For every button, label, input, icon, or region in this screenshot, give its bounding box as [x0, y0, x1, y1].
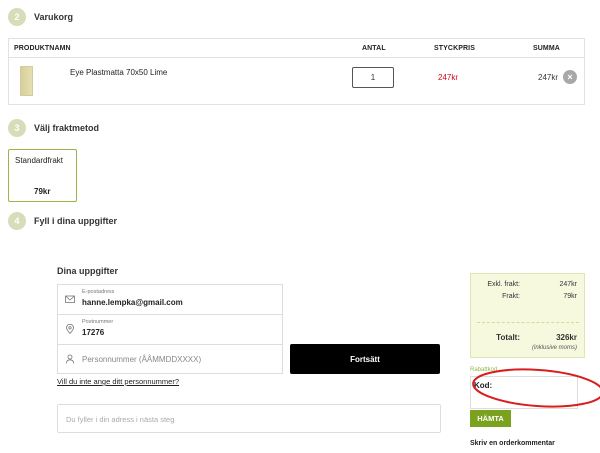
email-value[interactable]: hanne.lempka@gmail.com [82, 298, 183, 307]
unit-price: 247kr [438, 73, 459, 82]
coupon-label: Kod: [474, 381, 493, 390]
envelope-icon [65, 295, 75, 303]
step-shipping-header: 3 Välj fraktmetod [8, 119, 99, 137]
order-comment-label[interactable]: Skriv en orderkommentar [470, 440, 555, 447]
quantity-input[interactable]: 1 [352, 67, 394, 88]
coupon-input[interactable]: Kod: [470, 376, 578, 409]
person-icon [65, 354, 75, 364]
excl-freight-label: Exkl. frakt: [487, 281, 520, 288]
shipping-price: 79kr [34, 187, 51, 196]
coupon-title: Rabattkod [470, 367, 498, 373]
freight-value: 79kr [563, 293, 577, 300]
location-pin-icon [66, 324, 74, 334]
step-number: 2 [8, 8, 26, 26]
address-placeholder: Du fyller i din adress i nästa steg [66, 415, 175, 424]
fetch-coupon-button[interactable]: HÄMTA [470, 410, 511, 427]
email-label: E-postadress [82, 289, 115, 295]
postal-code-field[interactable]: Postnummer 17276 [58, 314, 282, 343]
summary-divider [477, 322, 579, 323]
remove-item-icon[interactable]: × [563, 70, 577, 84]
vat-note: (inklusive moms) [531, 345, 577, 351]
details-form: E-postadress hanne.lempka@gmail.com Post… [57, 284, 283, 374]
product-image[interactable] [20, 66, 33, 96]
details-title: Dina uppgifter [57, 266, 118, 276]
address-input[interactable]: Du fyller i din adress i nästa steg [57, 404, 441, 433]
table-row: Eye Plastmatta 70x50 Lime 1 247kr 247kr … [9, 58, 584, 104]
shipping-name: Standardfrakt [15, 156, 64, 165]
product-name[interactable]: Eye Plastmatta 70x50 Lime [70, 68, 167, 77]
postal-value[interactable]: 17276 [82, 328, 104, 337]
continue-button[interactable]: Fortsätt [290, 344, 440, 374]
step-details-header: 4 Fyll i dina uppgifter [8, 212, 117, 230]
cart-table: PRODUKTNAMN ANTAL STYCKPRIS SUMMA Eye Pl… [8, 38, 585, 105]
col-product: PRODUKTNAMN [14, 45, 71, 52]
col-qty: ANTAL [362, 45, 386, 52]
order-summary: Exkl. frakt: 247kr Frakt: 79kr Totalt: 3… [470, 273, 585, 358]
postal-label: Postnummer [82, 319, 114, 325]
cart-header-row: PRODUKTNAMN ANTAL STYCKPRIS SUMMA [9, 39, 584, 58]
email-field[interactable]: E-postadress hanne.lempka@gmail.com [58, 285, 282, 314]
row-sum: 247kr [538, 73, 559, 82]
col-unit-price: STYCKPRIS [434, 45, 475, 52]
total-label: Totalt: [496, 333, 520, 342]
shipping-option-standard[interactable]: Standardfrakt 79kr [8, 149, 77, 202]
freight-label: Frakt: [502, 293, 520, 300]
step-number: 3 [8, 119, 26, 137]
step-number: 4 [8, 212, 26, 230]
step-cart-header: 2 Varukorg [8, 8, 73, 26]
personal-number-placeholder[interactable]: Personnummer (ÅÅMMDDXXXX) [82, 355, 201, 364]
step-title: Varukorg [34, 12, 74, 22]
step-title: Välj fraktmetod [34, 123, 100, 133]
total-value: 326kr [556, 333, 577, 342]
excl-freight-value: 247kr [559, 281, 577, 288]
no-personal-number-link[interactable]: Vill du inte ange ditt personnummer? [57, 377, 179, 386]
col-sum: SUMMA [533, 45, 560, 52]
step-title: Fyll i dina uppgifter [34, 216, 117, 226]
personal-number-field[interactable]: Personnummer (ÅÅMMDDXXXX) [58, 344, 282, 373]
